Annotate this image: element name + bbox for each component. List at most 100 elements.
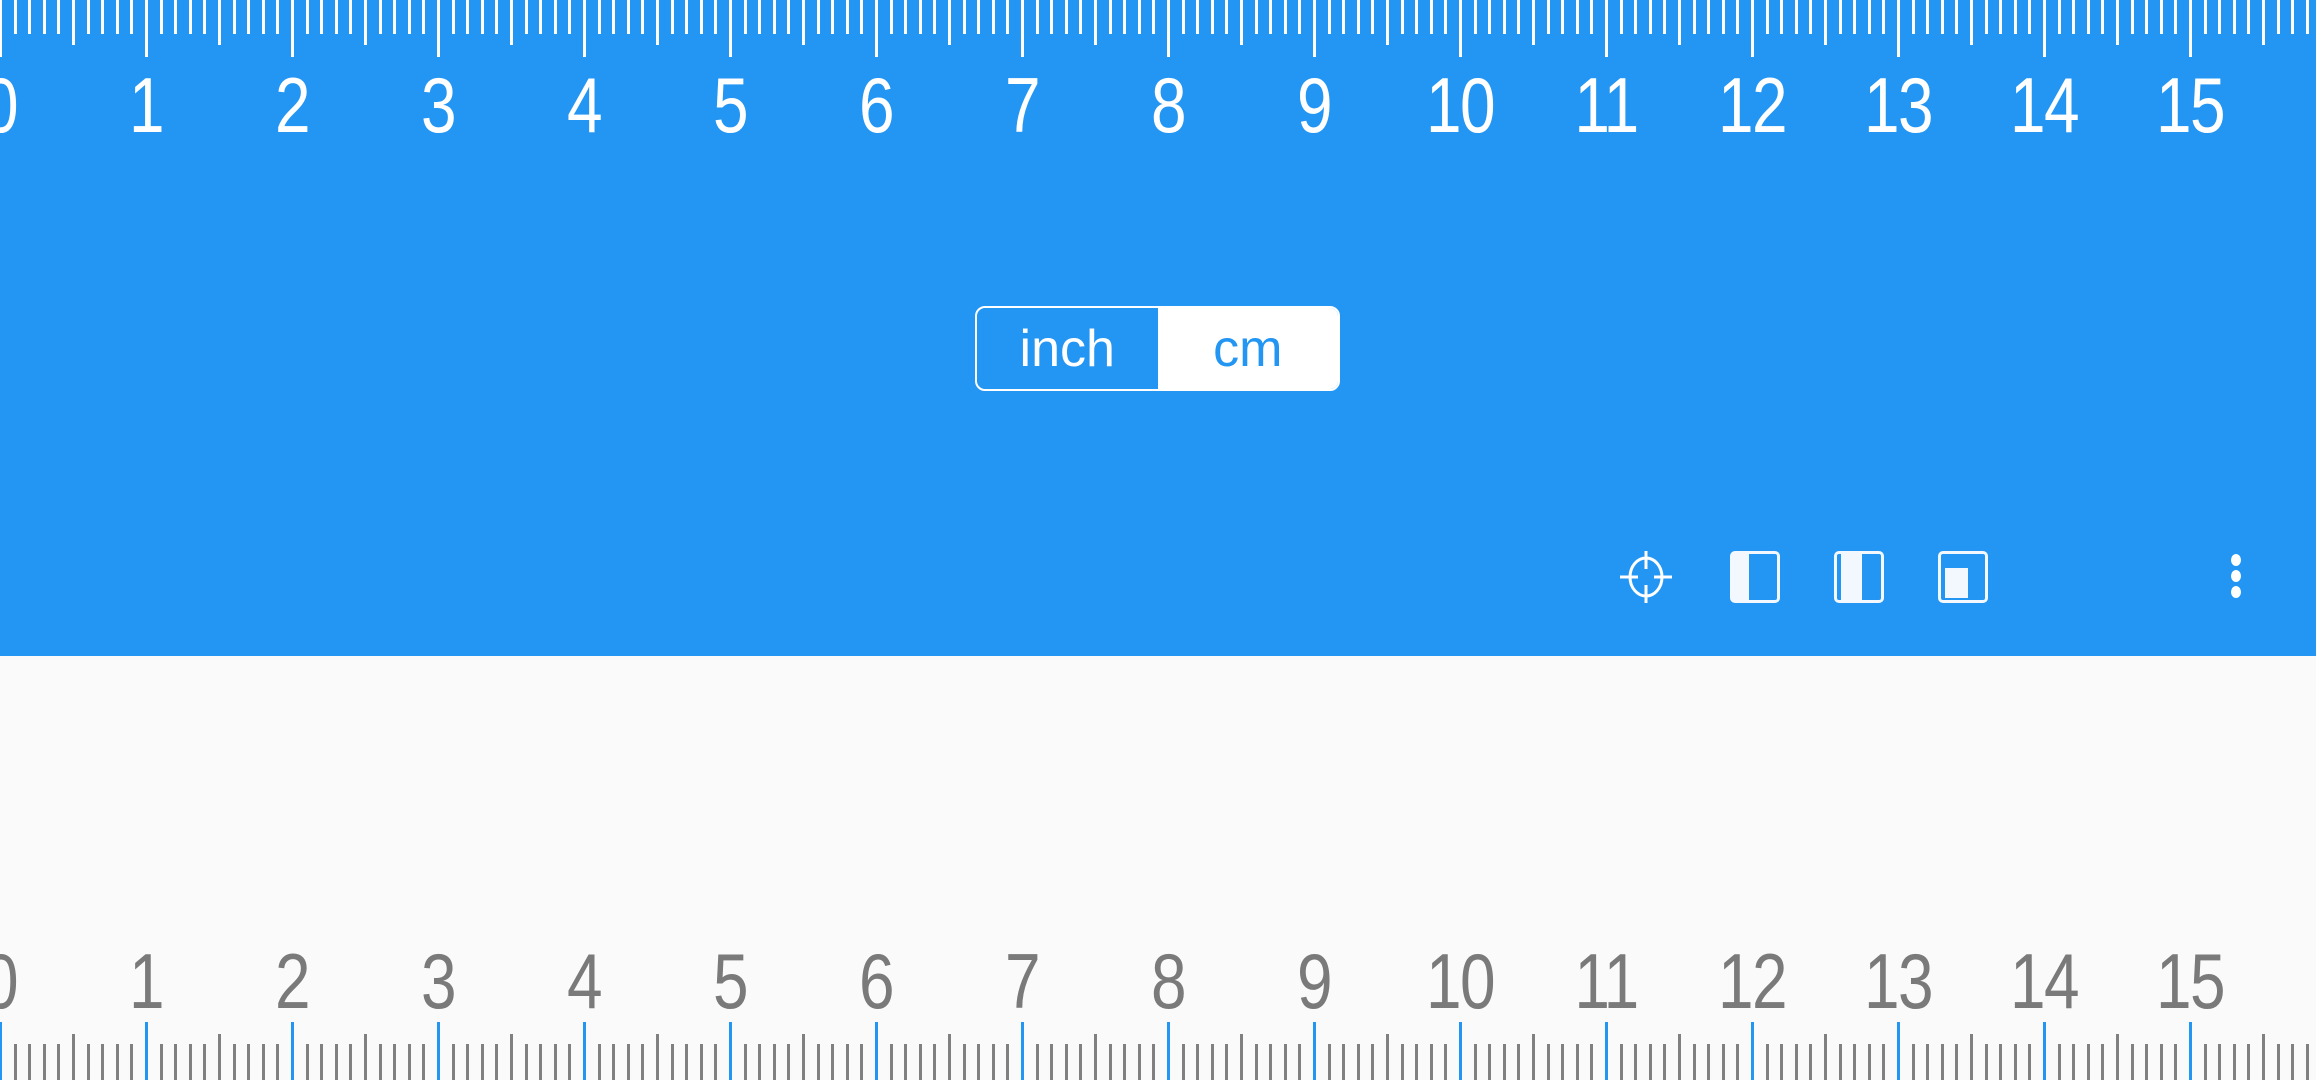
mm-tick: [1926, 0, 1930, 34]
mm-tick: [962, 0, 966, 34]
mm-tick: [2145, 1044, 2149, 1080]
mm-tick: [1692, 0, 1696, 34]
mm-tick: [962, 1044, 966, 1080]
mm-tick: [2218, 0, 2222, 34]
mm-tick: [918, 0, 922, 34]
mm-tick: [1181, 1044, 1185, 1080]
half-cm-tick: [1240, 0, 1243, 45]
half-cm-tick: [1678, 1034, 1681, 1080]
mm-tick: [2159, 1044, 2163, 1080]
bottom-panel-icon[interactable]: [1938, 551, 1988, 603]
center-panel-icon[interactable]: [1834, 551, 1884, 603]
mm-tick: [1780, 1044, 1784, 1080]
mm-tick: [1079, 1044, 1083, 1080]
mm-tick: [1502, 1044, 1506, 1080]
left-panel-icon[interactable]: [1730, 551, 1780, 603]
unit-toggle[interactable]: inch cm: [975, 306, 1340, 391]
mm-tick: [860, 1044, 864, 1080]
ruler-label: 11: [1574, 937, 1639, 1025]
mm-tick: [641, 1044, 645, 1080]
cm-tick: [1605, 1022, 1608, 1080]
mm-tick: [568, 1044, 572, 1080]
cm-tick: [2189, 0, 2192, 57]
mm-tick: [816, 0, 820, 34]
mm-tick: [1108, 0, 1112, 34]
mm-tick: [758, 1044, 762, 1080]
cm-tick: [0, 0, 2, 57]
mm-tick: [977, 0, 981, 34]
mm-tick: [2291, 1044, 2295, 1080]
mm-tick: [1035, 1044, 1039, 1080]
cm-tick: [1605, 0, 1608, 57]
mm-tick: [1254, 0, 1258, 34]
mm-tick: [305, 0, 309, 34]
mm-tick: [904, 0, 908, 34]
mm-tick: [378, 0, 382, 34]
mm-tick: [1473, 1044, 1477, 1080]
mm-tick: [1356, 0, 1360, 34]
half-cm-tick: [2262, 0, 2265, 45]
mm-tick: [13, 1044, 17, 1080]
half-cm-tick: [1970, 0, 1973, 45]
mm-tick: [524, 1044, 528, 1080]
half-cm-tick: [2262, 1034, 2265, 1080]
mm-tick: [1064, 0, 1068, 34]
ruler-label: 15: [2156, 61, 2226, 149]
mm-tick: [466, 0, 470, 34]
mm-tick: [2291, 0, 2295, 34]
ruler-label: 4: [567, 937, 603, 1025]
unit-option-cm[interactable]: cm: [1157, 308, 1338, 389]
mm-tick: [1152, 1044, 1156, 1080]
mm-tick: [174, 1044, 178, 1080]
half-cm-tick: [1824, 1034, 1827, 1080]
mm-tick: [320, 1044, 324, 1080]
mm-tick: [407, 0, 411, 34]
mm-tick: [86, 0, 90, 34]
cm-tick: [1021, 1022, 1024, 1080]
mm-tick: [305, 1044, 309, 1080]
crosshair-icon[interactable]: [1618, 549, 1674, 605]
ruler-label: 8: [1151, 937, 1187, 1025]
cm-tick: [1751, 0, 1754, 57]
ruler-label: 12: [1718, 937, 1788, 1025]
cm-tick: [875, 0, 878, 57]
mm-tick: [2028, 1044, 2032, 1080]
mm-tick: [2305, 0, 2309, 34]
mm-tick: [159, 0, 163, 34]
unit-option-inch[interactable]: inch: [977, 308, 1158, 389]
cm-tick: [0, 1022, 2, 1080]
half-cm-tick: [1386, 0, 1389, 45]
mm-tick: [2013, 0, 2017, 34]
mm-tick: [2130, 0, 2134, 34]
ruler-label: 11: [1574, 61, 1639, 149]
mm-tick: [261, 1044, 265, 1080]
mm-tick: [334, 1044, 338, 1080]
ruler-label: 10: [1426, 937, 1496, 1025]
mm-tick: [1809, 1044, 1813, 1080]
mm-tick: [845, 1044, 849, 1080]
mm-tick: [714, 0, 718, 34]
mm-tick: [2232, 0, 2236, 34]
cm-tick: [729, 1022, 732, 1080]
cm-tick: [437, 1022, 440, 1080]
more-vert-icon[interactable]: [2224, 552, 2248, 602]
mm-tick: [2130, 1044, 2134, 1080]
mm-tick: [1765, 0, 1769, 34]
mm-tick: [1736, 0, 1740, 34]
mm-tick: [699, 0, 703, 34]
mm-tick: [1108, 1044, 1112, 1080]
mm-tick: [1999, 0, 2003, 34]
mm-tick: [787, 0, 791, 34]
mm-tick: [28, 1044, 32, 1080]
mm-tick: [1502, 0, 1506, 34]
mm-tick: [2028, 0, 2032, 34]
mm-tick: [1123, 0, 1127, 34]
mm-tick: [480, 1044, 484, 1080]
mm-tick: [539, 0, 543, 34]
mm-tick: [1634, 0, 1638, 34]
mm-tick: [1269, 1044, 1273, 1080]
mm-tick: [1999, 1044, 2003, 1080]
mm-tick: [1342, 1044, 1346, 1080]
half-cm-tick: [1094, 1034, 1097, 1080]
ruler-label: 7: [1005, 61, 1041, 149]
